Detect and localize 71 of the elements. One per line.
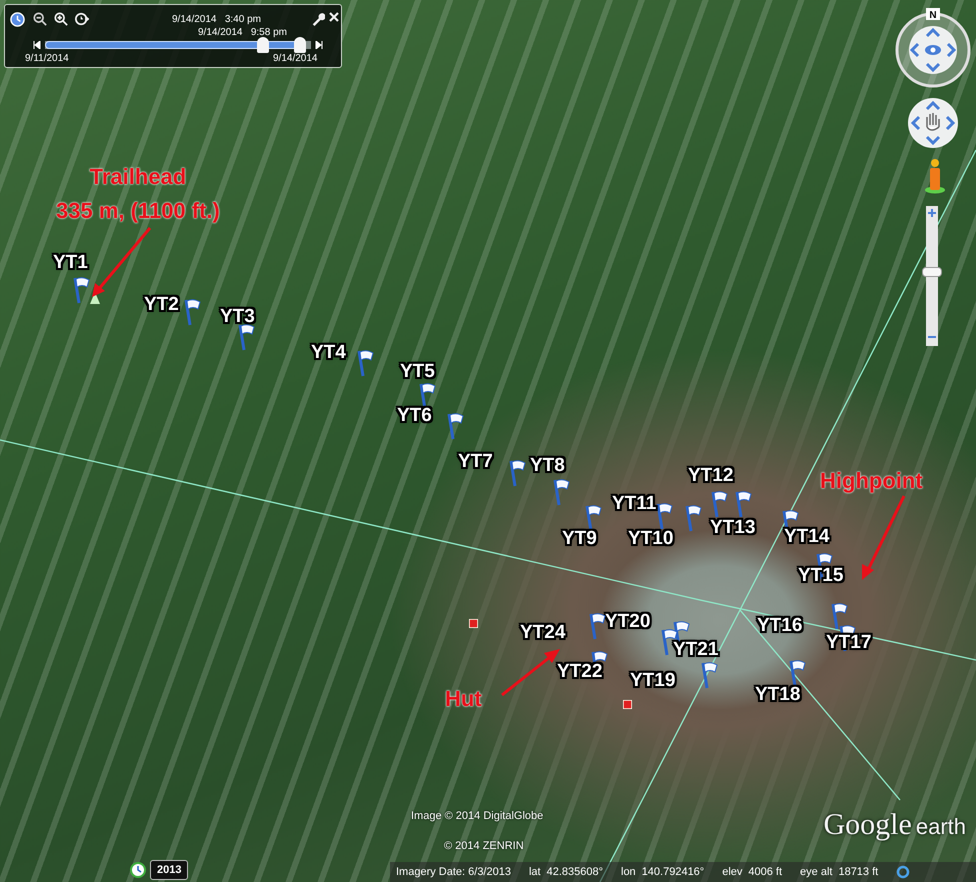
imagery-credit: Image © 2014 DigitalGlobe (411, 810, 544, 822)
coordinate-value: 42.835608° (546, 866, 603, 878)
placemark-label[interactable]: YT10 (628, 528, 674, 550)
flag-icon[interactable] (446, 412, 464, 440)
placemark-label[interactable]: YT11 (612, 493, 656, 515)
clock-icon[interactable] (10, 12, 25, 27)
flag-icon[interactable] (72, 276, 90, 304)
square-marker-icon (469, 619, 478, 628)
annotation-text: Trailhead 335 m, (1100 ft.) (56, 163, 220, 225)
window-end-thumb[interactable] (294, 37, 306, 53)
historical-imagery-icon[interactable] (130, 862, 146, 878)
coordinate-label: elev (722, 866, 742, 878)
flag-icon[interactable] (655, 502, 673, 530)
coordinate-label: lat (528, 866, 541, 878)
annotation-arrow (92, 226, 154, 298)
flag-icon[interactable] (830, 602, 848, 630)
map-credit: © 2014 ZENRIN (444, 840, 524, 852)
placemark-label[interactable]: YT8 (530, 455, 565, 477)
placemark-label[interactable]: YT1 (53, 252, 88, 274)
placemark-label[interactable]: YT19 (630, 670, 676, 692)
coordinate-label: lon (621, 866, 636, 878)
imagery-date-text: Imagery Date: 6/3/2013 (396, 866, 511, 878)
annotation-text: Highpoint (820, 467, 923, 495)
placemark-label[interactable]: YT18 (755, 684, 800, 706)
flag-icon[interactable] (710, 490, 728, 518)
annotation-text: Hut (445, 685, 482, 713)
move-joystick-icon[interactable] (907, 97, 959, 149)
placemark-label[interactable]: YT9 (562, 528, 597, 550)
placemark-label[interactable]: YT6 (397, 405, 432, 427)
flag-icon[interactable] (183, 298, 201, 326)
flag-icon[interactable] (588, 612, 606, 640)
skip-end-icon[interactable] (315, 41, 323, 49)
placemark-label[interactable]: YT5 (400, 361, 435, 383)
flag-icon[interactable] (684, 504, 702, 532)
flag-icon[interactable] (508, 459, 526, 487)
end-date-text: 9/14/2014 (273, 53, 318, 64)
coordinate-value: 140.792416° (642, 866, 704, 878)
close-icon[interactable] (329, 12, 339, 22)
window-end-time-text: 9/14/2014 9:58 pm (198, 27, 287, 38)
placemark-label[interactable]: YT15 (798, 565, 844, 587)
person-icon[interactable] (924, 158, 946, 194)
placemark-label[interactable]: YT7 (458, 451, 493, 473)
zoom-out-icon[interactable] (33, 12, 47, 26)
flag-icon[interactable] (552, 478, 570, 506)
placemark-label[interactable]: YT14 (784, 526, 830, 548)
current-time-text: 9/14/2014 3:40 pm (172, 14, 261, 25)
window-start-thumb[interactable] (257, 37, 270, 53)
placemark-label[interactable]: YT13 (710, 517, 756, 539)
placemark-label[interactable]: YT4 (311, 342, 346, 364)
placemark-label[interactable]: YT2 (144, 294, 179, 316)
square-marker-icon (623, 700, 632, 709)
coordinate-label: eye alt (800, 866, 832, 878)
clock-play-icon[interactable] (75, 12, 89, 26)
trailhead-icon (90, 292, 100, 304)
app-logo: Google earth (824, 808, 966, 842)
coordinate-value: 4006 ft (748, 866, 782, 878)
flag-icon[interactable] (356, 349, 374, 377)
loading-ring-icon (896, 865, 910, 879)
coordinate-value: 18713 ft (838, 866, 878, 878)
start-date-text: 9/11/2014 (25, 53, 69, 64)
flag-icon[interactable] (734, 490, 752, 518)
zoom-slider[interactable] (922, 206, 942, 346)
zoom-thumb[interactable] (922, 267, 942, 277)
placemark-label[interactable]: YT3 (220, 306, 255, 328)
imagery-year-button[interactable]: 2013 (150, 860, 188, 880)
placemark-label[interactable]: YT20 (605, 611, 650, 633)
skip-start-icon[interactable] (33, 41, 41, 49)
placemark-label[interactable]: YT12 (688, 465, 734, 487)
zoom-in-icon[interactable] (54, 12, 68, 26)
flag-icon[interactable] (237, 323, 255, 351)
placemark-label[interactable]: YT24 (520, 622, 566, 644)
